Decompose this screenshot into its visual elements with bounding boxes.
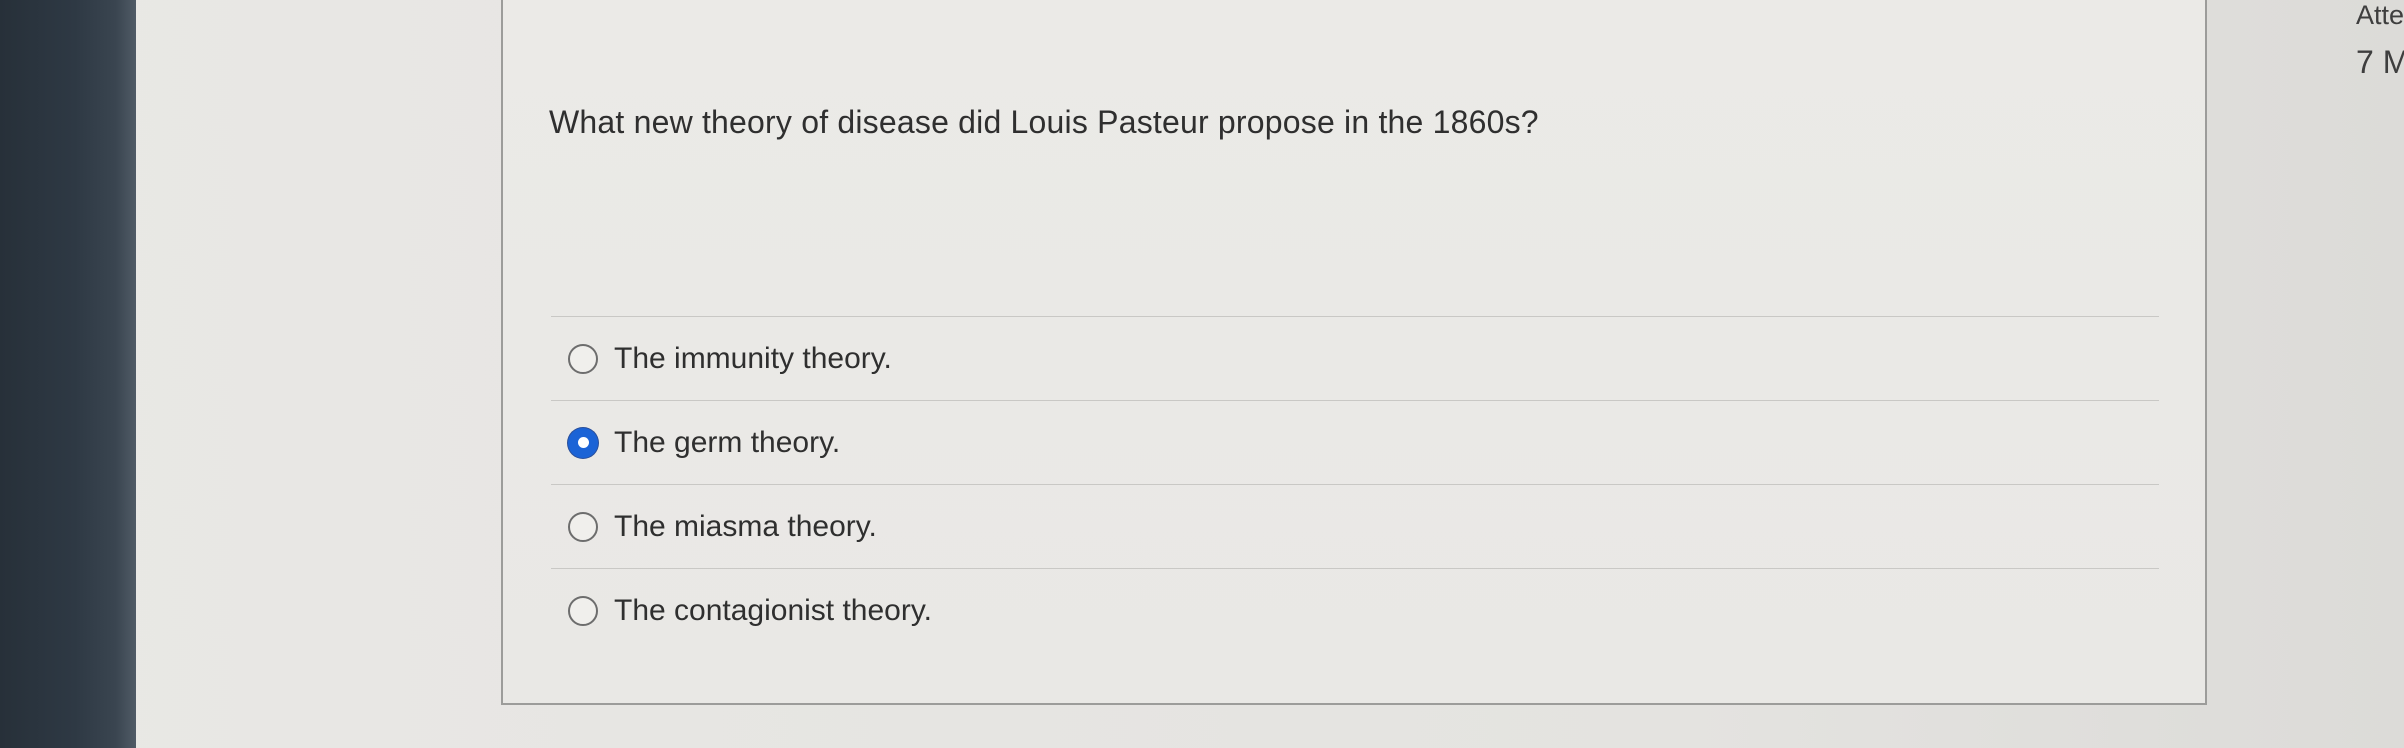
- question-text: What new theory of disease did Louis Pas…: [549, 104, 1539, 140]
- answer-option[interactable]: The miasma theory.: [551, 484, 2159, 568]
- radio-button-icon[interactable]: [568, 343, 598, 374]
- answer-option-label: The miasma theory.: [614, 509, 877, 543]
- answer-option[interactable]: The immunity theory.: [551, 316, 2159, 400]
- radio-button-selected-icon[interactable]: [568, 427, 598, 458]
- attempts-info: Atte 7 M: [2356, 0, 2404, 100]
- answer-option[interactable]: The contagionist theory.: [551, 568, 2159, 652]
- answer-option-label: The germ theory.: [614, 425, 841, 459]
- left-dark-sidebar: [0, 0, 136, 748]
- answer-option-label: The contagionist theory.: [614, 593, 932, 627]
- attempts-label: Atte: [2356, 0, 2404, 30]
- question-card: What new theory of disease did Louis Pas…: [501, 0, 2207, 705]
- answer-option[interactable]: The germ theory.: [551, 400, 2159, 484]
- radio-button-icon[interactable]: [568, 511, 598, 542]
- attempts-count: 7 M: [2356, 44, 2404, 80]
- answer-option-label: The immunity theory.: [614, 341, 892, 375]
- radio-button-icon[interactable]: [568, 595, 598, 626]
- content-area: What new theory of disease did Louis Pas…: [136, 0, 2404, 748]
- answer-options: The immunity theory. The germ theory. Th…: [551, 316, 2159, 652]
